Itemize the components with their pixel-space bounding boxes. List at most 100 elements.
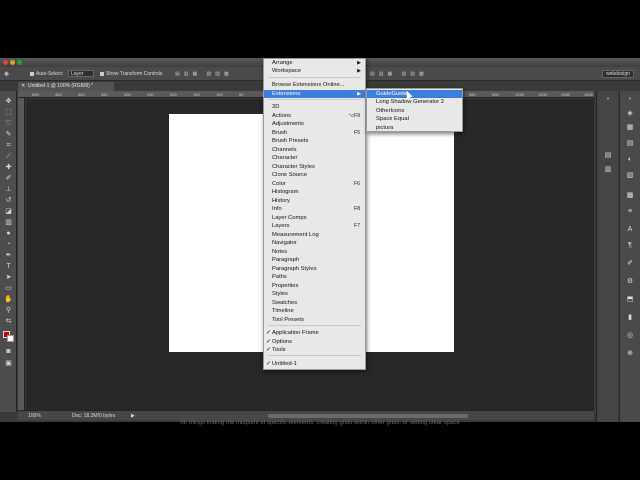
menu-item-untitled-1[interactable]: ✓ Untitled-1 xyxy=(264,360,365,368)
menu-item-histogram[interactable]: Histogram xyxy=(264,188,365,196)
menu-item-browse-extensions-online[interactable]: Browse Extensions Online... xyxy=(264,81,365,89)
horizontal-scrollbar[interactable] xyxy=(268,414,468,418)
menu-item-layer-comps[interactable]: Layer Comps xyxy=(264,214,365,222)
menu-item-paragraph-styles[interactable]: Paragraph Styles xyxy=(264,265,365,273)
menu-item-history[interactable]: History xyxy=(264,197,365,205)
document-tab[interactable]: ✕ Untitled-1 @ 100% (RGB/8) * xyxy=(18,82,114,91)
menu-item-measurement-log[interactable]: Measurement Log xyxy=(264,231,365,239)
auto-select-label: Auto-Select: xyxy=(36,71,64,77)
gradient-tool-icon[interactable]: ▥ xyxy=(3,218,14,227)
lasso-tool-icon[interactable]: ➰ xyxy=(3,119,14,128)
swatches-panel-icon[interactable]: ▦ xyxy=(624,123,636,132)
path-select-tool-icon[interactable]: ➤ xyxy=(3,273,14,282)
quick-mask-icon[interactable]: ◙ xyxy=(3,347,14,356)
hand-tool-icon[interactable]: ✋ xyxy=(3,295,14,304)
menu-item-arrange[interactable]: Arrange ▶ xyxy=(264,59,365,67)
menu-item-brush[interactable]: Brush F5 xyxy=(264,129,365,137)
menu-item-extensions[interactable]: Extensions ▶ xyxy=(264,90,365,98)
menu-item-color[interactable]: Color F6 xyxy=(264,180,365,188)
zoom-tool-icon[interactable]: ⚲ xyxy=(3,306,14,315)
blur-tool-icon[interactable]: ● xyxy=(3,229,14,238)
close-tab-icon[interactable]: ✕ xyxy=(21,82,25,91)
menu-item-character[interactable]: Character xyxy=(264,154,365,162)
properties-panel-icon[interactable]: ▥ xyxy=(602,165,614,174)
info-panel-icon[interactable]: ▮ xyxy=(624,313,636,322)
menu-item-label: Histogram xyxy=(272,189,299,195)
menu-item-3d[interactable]: 3D xyxy=(264,103,365,111)
quick-select-tool-icon[interactable]: ✎ xyxy=(3,130,14,139)
navigator-panel-icon[interactable]: ⬒ xyxy=(624,295,636,304)
menu-item-clone-source[interactable]: Clone Source xyxy=(264,171,365,179)
submenu-item-long-shadow-generator-2[interactable]: Long Shadow Generator 2 xyxy=(367,98,462,106)
history-brush-tool-icon[interactable]: ↺ xyxy=(3,196,14,205)
swap-colors-icon[interactable]: ⇆ xyxy=(3,317,14,326)
character-panel-icon[interactable]: A xyxy=(624,225,636,234)
menu-item-notes[interactable]: Notes xyxy=(264,248,365,256)
submenu-item-pictura[interactable]: pictura xyxy=(367,124,462,132)
dodge-tool-icon[interactable]: ◔ xyxy=(3,240,14,249)
healing-tool-icon[interactable]: ✚ xyxy=(3,163,14,172)
crop-tool-icon[interactable]: ⌗ xyxy=(3,141,14,150)
submenu-item-guideguide[interactable]: GuideGuide xyxy=(367,90,462,98)
submenu-item-othericons[interactable]: OtherIcons xyxy=(367,107,462,115)
collapse-dock-icon[interactable]: » xyxy=(624,95,636,104)
menu-item-workspace[interactable]: Workspace ▶ xyxy=(264,67,365,75)
eraser-tool-icon[interactable]: ◪ xyxy=(3,207,14,216)
menu-item-swatches[interactable]: Swatches xyxy=(264,299,365,307)
layers-panel-icon[interactable]: ▤ xyxy=(624,139,636,148)
align-icons[interactable]: ▤▥▦ ▧▨▩ xyxy=(175,71,233,77)
styles-panel-icon[interactable]: ▧ xyxy=(624,171,636,180)
collapse-dock-icon[interactable]: » xyxy=(602,95,614,104)
menu-item-label: Channels xyxy=(272,147,297,153)
shape-tool-icon[interactable]: ▭ xyxy=(3,284,14,293)
zoom-level[interactable]: 100% xyxy=(28,413,41,419)
paragraph-panel-icon[interactable]: ¶ xyxy=(624,241,636,250)
auto-select-dropdown[interactable]: Layer xyxy=(68,70,94,77)
screen-mode-icon[interactable]: ▣ xyxy=(3,359,14,368)
menu-item-properties[interactable]: Properties xyxy=(264,282,365,290)
menu-item-options[interactable]: ✓ Options xyxy=(264,338,365,346)
menu-item-brush-presets[interactable]: Brush Presets xyxy=(264,137,365,145)
menu-item-paths[interactable]: Paths xyxy=(264,273,365,281)
zoom-window-button[interactable] xyxy=(17,60,22,65)
type-tool-icon[interactable]: T xyxy=(3,262,14,271)
background-color-swatch[interactable] xyxy=(7,335,14,342)
color-panel-icon[interactable]: ◈ xyxy=(624,109,636,118)
menu-item-application-frame[interactable]: ✓ Application Frame xyxy=(264,329,365,337)
menu-item-adjustments[interactable]: Adjustments xyxy=(264,120,365,128)
menu-item-layers[interactable]: Layers F7 xyxy=(264,222,365,230)
distribute-icons[interactable]: ▤▥▦ ▧▨▩ xyxy=(370,71,428,77)
menu-item-channels[interactable]: Channels xyxy=(264,146,365,154)
pen-tool-icon[interactable]: ✒ xyxy=(3,251,14,260)
menu-item-tools[interactable]: ✓ Tools xyxy=(264,346,365,354)
submenu-item-space-equal[interactable]: Space Equal xyxy=(367,115,462,123)
eyedropper-tool-icon[interactable]: ⟋ xyxy=(3,152,14,161)
brush-panel-icon[interactable]: ✐ xyxy=(624,259,636,268)
history-panel-icon[interactable]: ▤ xyxy=(602,151,614,160)
menu-item-navigator[interactable]: Navigator xyxy=(264,239,365,247)
menu-item-actions[interactable]: Actions ⌥F9 xyxy=(264,112,365,120)
menu-item-styles[interactable]: Styles xyxy=(264,290,365,298)
clone-source-panel-icon[interactable]: ⊕ xyxy=(624,349,636,358)
auto-select-checkbox[interactable]: Auto-Select: xyxy=(30,71,63,77)
tool-presets-panel-icon[interactable]: ⚙ xyxy=(624,277,636,286)
status-menu-arrow-icon[interactable]: ▶ xyxy=(131,413,135,419)
move-tool-icon[interactable]: ✥ xyxy=(4,71,9,78)
actions-panel-icon[interactable]: ◎ xyxy=(624,331,636,340)
minimize-window-button[interactable] xyxy=(10,60,15,65)
workspace-switcher[interactable]: webdesign xyxy=(602,70,634,78)
menu-item-timeline[interactable]: Timeline xyxy=(264,307,365,315)
menu-item-paragraph[interactable]: Paragraph xyxy=(264,256,365,264)
menu-item-tool-presets[interactable]: Tool Presets xyxy=(264,316,365,324)
brush-tool-icon[interactable]: ✐ xyxy=(3,174,14,183)
close-window-button[interactable] xyxy=(3,60,8,65)
stamp-tool-icon[interactable]: ⊥ xyxy=(3,185,14,194)
menu-item-info[interactable]: Info F8 xyxy=(264,205,365,213)
move-tool-icon[interactable]: ✥ xyxy=(3,97,14,106)
transform-controls-checkbox[interactable]: Show Transform Controls xyxy=(100,71,162,77)
marquee-tool-icon[interactable]: ⬚ xyxy=(3,108,14,117)
adjustments-panel-icon[interactable]: ◐ xyxy=(624,155,636,164)
channels-panel-icon[interactable]: ▩ xyxy=(624,191,636,200)
paths-panel-icon[interactable]: ≡ xyxy=(624,207,636,216)
menu-item-character-styles[interactable]: Character Styles xyxy=(264,163,365,171)
